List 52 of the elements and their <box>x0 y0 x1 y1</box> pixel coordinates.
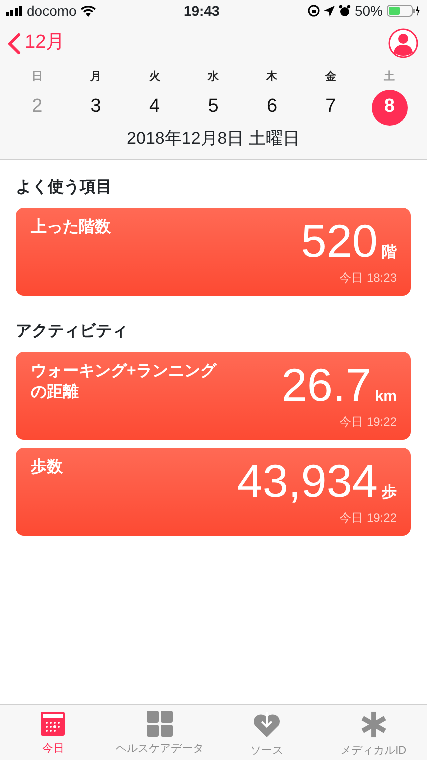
unit-label: km <box>375 387 397 407</box>
weekday-label: 土 <box>384 70 396 85</box>
weekday-label: 火 <box>149 70 160 85</box>
tab-button[interactable]: 今日 <box>0 705 107 760</box>
back-button[interactable]: 12月 <box>8 29 66 58</box>
profile-icon[interactable] <box>388 28 419 59</box>
alarm-icon <box>338 5 351 17</box>
health-card[interactable]: 歩数 43,934 歩 今日 19:22 <box>16 448 411 536</box>
battery-percent: 50% <box>354 2 383 20</box>
weekday-label: 日 <box>32 70 43 85</box>
tab-button[interactable]: メディカルID <box>320 705 427 760</box>
timestamp: 今日 19:22 <box>340 414 397 430</box>
metric-value: 43,934 <box>237 458 378 504</box>
wifi-icon <box>80 6 96 16</box>
unit-label: 歩 <box>382 483 397 503</box>
carrier-name: docomo <box>27 2 77 20</box>
health-card[interactable]: 上った階数 520 階 今日 18:23 <box>16 208 411 296</box>
tab-button[interactable]: ソース <box>214 705 320 760</box>
metric-value: 26.7 <box>282 362 372 408</box>
tab-button[interactable]: ヘルスケアデータ <box>106 705 214 760</box>
chevron-left-icon <box>8 32 21 54</box>
day-button[interactable]: 2 <box>19 90 56 126</box>
card-title: 上った階数 <box>31 218 111 238</box>
health-card[interactable]: ウォーキング+ランニングの距離 26.7 km 今日 19:22 <box>16 352 411 440</box>
weekday-label: 水 <box>208 70 220 85</box>
day-button[interactable]: 6 <box>254 90 290 126</box>
asterisk-icon <box>360 711 388 738</box>
day-button[interactable]: 3 <box>78 90 114 126</box>
day-button[interactable]: 5 <box>196 90 232 126</box>
heart-download-icon <box>252 711 282 738</box>
date-title: 2018年12月8日 土曜日 <box>126 128 301 150</box>
calendar-icon <box>40 711 66 737</box>
metric-value: 520 <box>301 218 378 264</box>
timestamp: 今日 18:23 <box>340 270 397 286</box>
rotation-lock-icon <box>308 5 320 17</box>
weekday-label: 金 <box>325 70 336 85</box>
section-title: よく使う項目 <box>16 178 113 198</box>
battery-icon <box>387 5 421 17</box>
weekday-label: 木 <box>266 70 278 85</box>
day-button[interactable]: 4 <box>136 90 173 126</box>
card-title: 歩数 <box>31 458 63 478</box>
card-title: ウォーキング+ランニングの距離 <box>31 362 218 403</box>
weekday-label: 月 <box>90 70 102 85</box>
grid-icon <box>147 711 174 737</box>
status-time: 19:43 <box>184 2 220 20</box>
timestamp: 今日 19:22 <box>340 510 397 526</box>
section-title: アクティビティ <box>16 322 129 342</box>
location-icon <box>324 6 335 16</box>
day-button[interactable]: 7 <box>312 90 349 126</box>
unit-label: 階 <box>382 243 397 263</box>
day-button[interactable]: 8 <box>372 90 408 126</box>
signal-icon <box>6 6 23 16</box>
